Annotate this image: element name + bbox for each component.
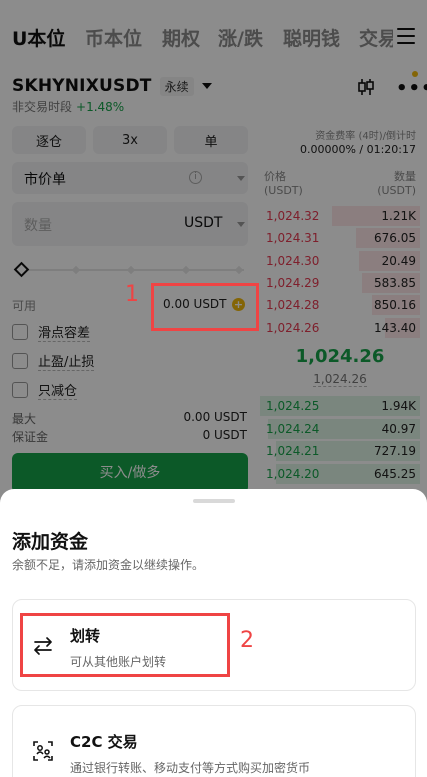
c2c-icon: [33, 741, 53, 761]
annotation-box-2: [20, 613, 230, 677]
add-funds-sheet: 添加资金 余额不足，请添加资金以继续操作。 划转 可从其他账户划转 C2C 交易…: [0, 489, 427, 777]
c2c-title: C2C 交易: [70, 733, 138, 751]
sheet-grabber[interactable]: [193, 499, 235, 503]
annotation-number-2: 2: [240, 628, 254, 653]
trading-screen: U本位 币本位 期权 涨/跌 聪明钱 交易 SKHYNIXUSDT 永续 非交易…: [0, 0, 427, 777]
c2c-description: 通过银行转账、移动支付等方式购买加密货币: [70, 761, 311, 775]
c2c-trade-option[interactable]: C2C 交易 通过银行转账、移动支付等方式购买加密货币: [12, 705, 416, 777]
sheet-subtitle: 余额不足，请添加资金以继续操作。: [12, 558, 205, 572]
annotation-number-1: 1: [125, 282, 139, 307]
annotation-box-1: [151, 283, 259, 331]
sheet-title: 添加资金: [12, 531, 89, 553]
